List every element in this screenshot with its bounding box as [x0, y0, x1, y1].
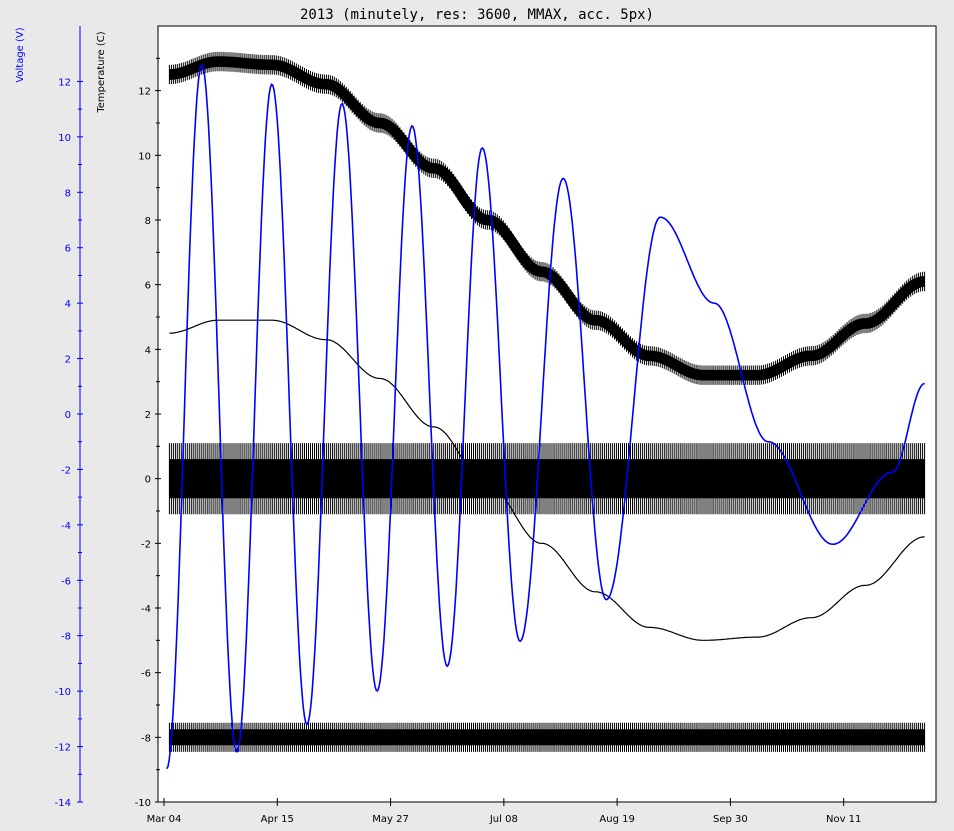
voltage-tick-label: -14	[55, 798, 71, 809]
voltage-tick-label: -6	[61, 576, 71, 587]
voltage-tick-label: 10	[58, 133, 71, 144]
temperature-axis-label: Temperature (C)	[96, 31, 107, 113]
x-tick-label: Aug 19	[599, 814, 634, 825]
temperature-tick-label: -8	[141, 733, 151, 744]
temperature-tick-label: -4	[141, 604, 151, 615]
temperature-tick-label: 12	[138, 87, 151, 98]
voltage-tick-label: -12	[55, 743, 71, 754]
voltage-tick-label: -10	[55, 687, 71, 698]
temperature-tick-label: 2	[145, 410, 151, 421]
x-tick-label: Jul 08	[489, 814, 518, 825]
voltage-tick-label: 12	[58, 77, 71, 88]
voltage-tick-label: 0	[65, 410, 71, 421]
chart-stage: 2013 (minutely, res: 3600, MMAX, acc. 5p…	[0, 0, 954, 831]
x-tick-label: Mar 04	[147, 814, 182, 825]
x-tick-label: Sep 30	[713, 814, 748, 825]
chart-svg: 2013 (minutely, res: 3600, MMAX, acc. 5p…	[15, 7, 937, 825]
temperature-tick-label: 6	[145, 281, 151, 292]
voltage-tick-label: -4	[61, 521, 71, 532]
temperature-tick-label: -10	[135, 798, 151, 809]
voltage-tick-label: 2	[65, 355, 71, 366]
voltage-axis-label: Voltage (V)	[15, 27, 26, 82]
temperature-tick-label: 0	[145, 475, 151, 486]
plot-area	[157, 25, 937, 803]
x-tick-label: May 27	[372, 814, 409, 825]
voltage-tick-label: -2	[61, 465, 71, 476]
temperature-tick-label: -6	[141, 669, 151, 680]
temperature-tick-label: 4	[145, 345, 151, 356]
temperature-tick-label: -2	[141, 539, 151, 550]
x-tick-label: Apr 15	[261, 814, 294, 825]
chart-title: 2013 (minutely, res: 3600, MMAX, acc. 5p…	[300, 7, 654, 23]
voltage-tick-label: 4	[65, 299, 71, 310]
voltage-tick-label: -8	[61, 632, 71, 643]
voltage-tick-label: 6	[65, 244, 71, 255]
x-tick-label: Nov 11	[826, 814, 861, 825]
voltage-tick-label: 8	[65, 188, 71, 199]
temperature-tick-label: 8	[145, 216, 151, 227]
temperature-tick-label: 10	[138, 151, 151, 162]
